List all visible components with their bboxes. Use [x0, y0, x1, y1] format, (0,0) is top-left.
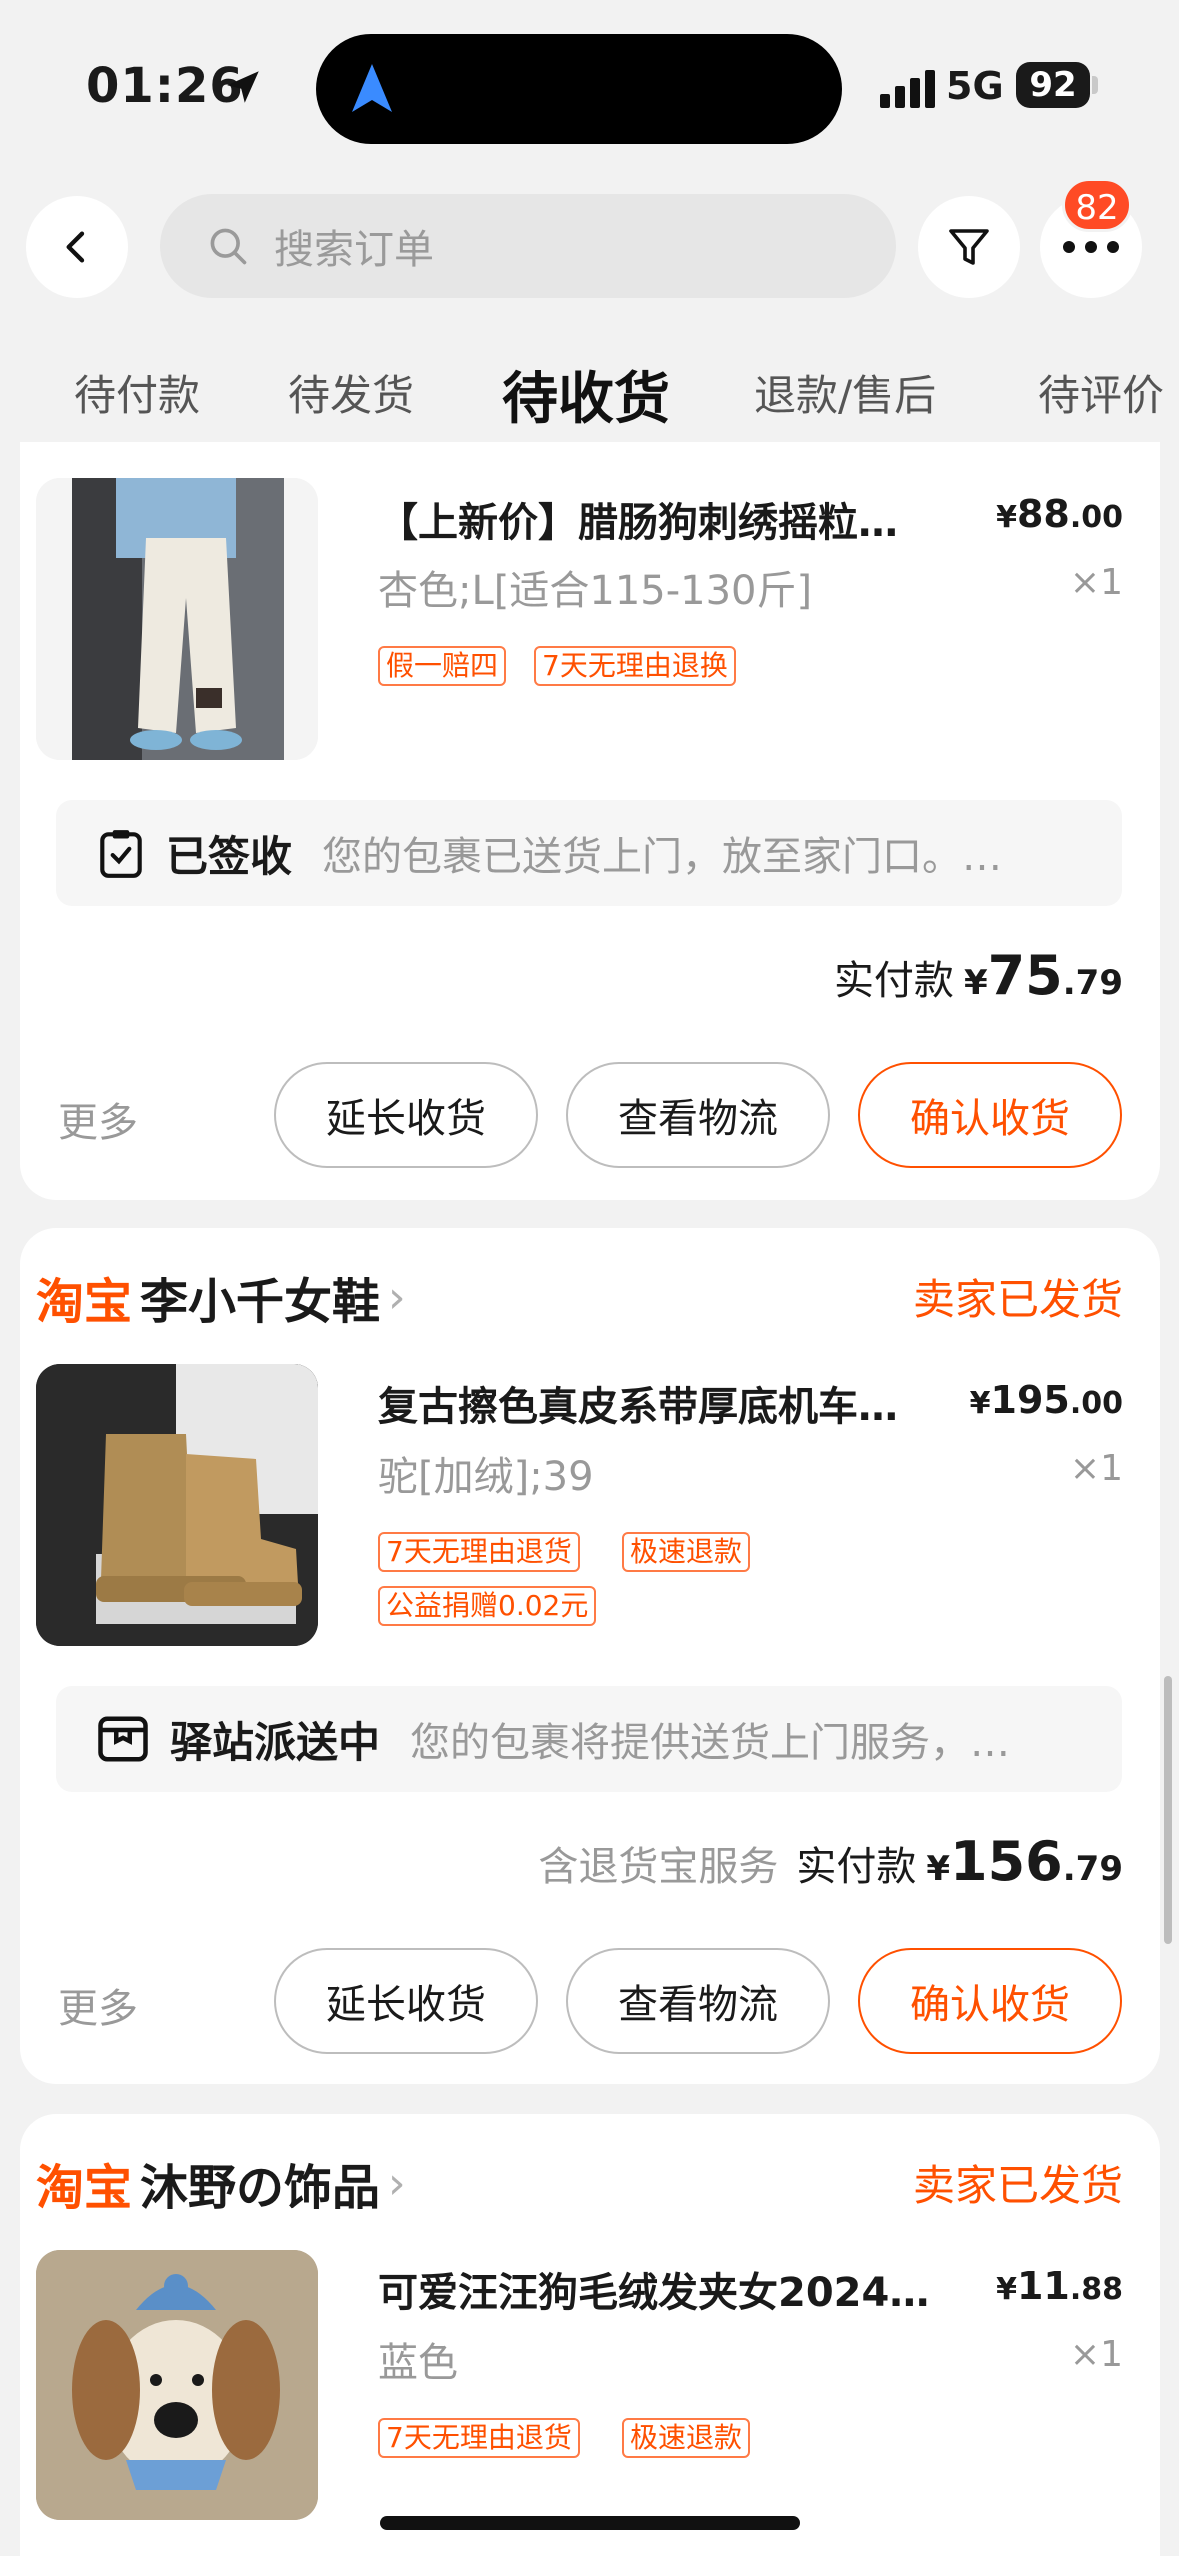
tab-pending-payment[interactable]: 待付款 [74, 362, 200, 423]
battery-cap [1092, 76, 1098, 94]
service-tag: 极速退款 [622, 1532, 751, 1572]
order-status: 卖家已发货 [912, 2161, 1123, 2210]
status-time: 01:26 [86, 58, 244, 114]
chevron-left-icon [66, 231, 85, 263]
logistics-detail: 您的包裹已送货上门，放至家门口。… [322, 834, 1003, 880]
back-button[interactable] [26, 196, 128, 298]
charity-tag: 公益捐赠0.02元 [378, 1586, 597, 1626]
product-qty: ×1 [1069, 2334, 1123, 2375]
tab-refund-aftersale[interactable]: 退款/售后 [754, 362, 936, 423]
paid-amount: 含退货宝服务 实付款 ¥156.79 [538, 1830, 1123, 1893]
logistics-status: 驿站派送中 [170, 1717, 381, 1767]
taobao-logo: 淘宝 [36, 2160, 133, 2216]
view-logistics-button[interactable]: 查看物流 [566, 1062, 830, 1168]
product-sku: 驼[加绒];39 [378, 1454, 594, 1500]
shop-name: 沐野の饰品 [140, 2160, 381, 2216]
home-indicator[interactable] [380, 2516, 800, 2530]
chevron-right-icon: › [388, 1271, 406, 1323]
logistics-status: 已签收 [166, 831, 293, 881]
product-price: ¥11.88 [996, 2264, 1123, 2308]
product-image[interactable] [36, 1364, 318, 1646]
network-type: 5G [946, 64, 1004, 108]
more-actions-link[interactable]: 更多 [58, 1090, 138, 1148]
battery-level: 92 [1016, 62, 1090, 108]
search-input[interactable]: 搜索订单 [160, 194, 896, 298]
tab-pending-receipt[interactable]: 待收货 [502, 354, 670, 435]
logistics-bar[interactable]: 已签收 您的包裹已送货上门，放至家门口。… [56, 800, 1122, 906]
return-insurance-note: 含退货宝服务 [538, 1844, 779, 1890]
taobao-logo: 淘宝 [36, 1274, 133, 1330]
view-logistics-button[interactable]: 查看物流 [566, 1948, 830, 2054]
logistics-detail: 您的包裹将提供送货上门服务，… [410, 1720, 1011, 1766]
order-status: 卖家已发货 [912, 1275, 1123, 1324]
search-icon [210, 228, 247, 265]
tab-pending-review[interactable]: 待评价 [1038, 362, 1164, 423]
more-dots-icon [1063, 241, 1119, 253]
product-price: ¥195.00 [969, 1378, 1123, 1422]
product-photo-hairclip [36, 2250, 318, 2520]
logistics-bar[interactable]: 驿站派送中 您的包裹将提供送货上门服务，… [56, 1686, 1122, 1792]
confirm-receipt-button[interactable]: 确认收货 [858, 1948, 1122, 2054]
product-photo-boots [36, 1364, 318, 1646]
extend-receipt-button[interactable]: 延长收货 [274, 1948, 538, 2054]
confirm-receipt-button[interactable]: 确认收货 [858, 1062, 1122, 1168]
search-placeholder: 搜索订单 [274, 227, 434, 273]
product-image[interactable] [36, 2250, 318, 2520]
shop-header[interactable]: 淘宝 李小千女鞋 › [36, 1262, 406, 1332]
scrollbar[interactable] [1164, 1676, 1172, 1944]
clipboard-check-icon [100, 830, 142, 878]
extend-receipt-button[interactable]: 延长收货 [274, 1062, 538, 1168]
product-qty: ×1 [1069, 1448, 1123, 1489]
service-tag: 7天无理由退换 [534, 646, 736, 686]
product-photo-pants [36, 478, 318, 760]
product-image[interactable] [36, 478, 318, 760]
tab-pending-shipment[interactable]: 待发货 [288, 362, 414, 423]
product-price: ¥88.00 [996, 492, 1123, 536]
service-tag: 假一赔四 [378, 646, 507, 686]
service-tag: 极速退款 [622, 2418, 751, 2458]
paid-amount: 实付款 ¥75.79 [833, 944, 1123, 1007]
filter-button[interactable] [918, 196, 1020, 298]
more-actions-link[interactable]: 更多 [58, 1976, 138, 2034]
shop-header[interactable]: 淘宝 沐野の饰品 › [36, 2148, 406, 2218]
product-title[interactable]: 复古擦色真皮系带厚底机车… [378, 1374, 988, 1432]
navigation-app-icon [352, 64, 392, 112]
filter-icon [949, 229, 989, 265]
chevron-right-icon: › [388, 2157, 406, 2209]
cellular-signal-icon [880, 70, 935, 108]
location-arrow-icon [227, 71, 259, 103]
service-tag: 7天无理由退货 [378, 1532, 580, 1572]
shop-name: 李小千女鞋 [140, 1274, 381, 1330]
package-icon [98, 1716, 148, 1762]
product-qty: ×1 [1069, 562, 1123, 603]
product-title[interactable]: 可爱汪汪狗毛绒发夹女2024… [378, 2260, 988, 2318]
product-sku: 蓝色 [378, 2340, 458, 2386]
product-title[interactable]: 【上新价】腊肠狗刺绣摇粒… [378, 490, 988, 548]
service-tag: 7天无理由退货 [378, 2418, 580, 2458]
notification-badge: 82 [1062, 178, 1132, 232]
product-sku: 杏色;L[适合115-130斤] [378, 568, 813, 614]
